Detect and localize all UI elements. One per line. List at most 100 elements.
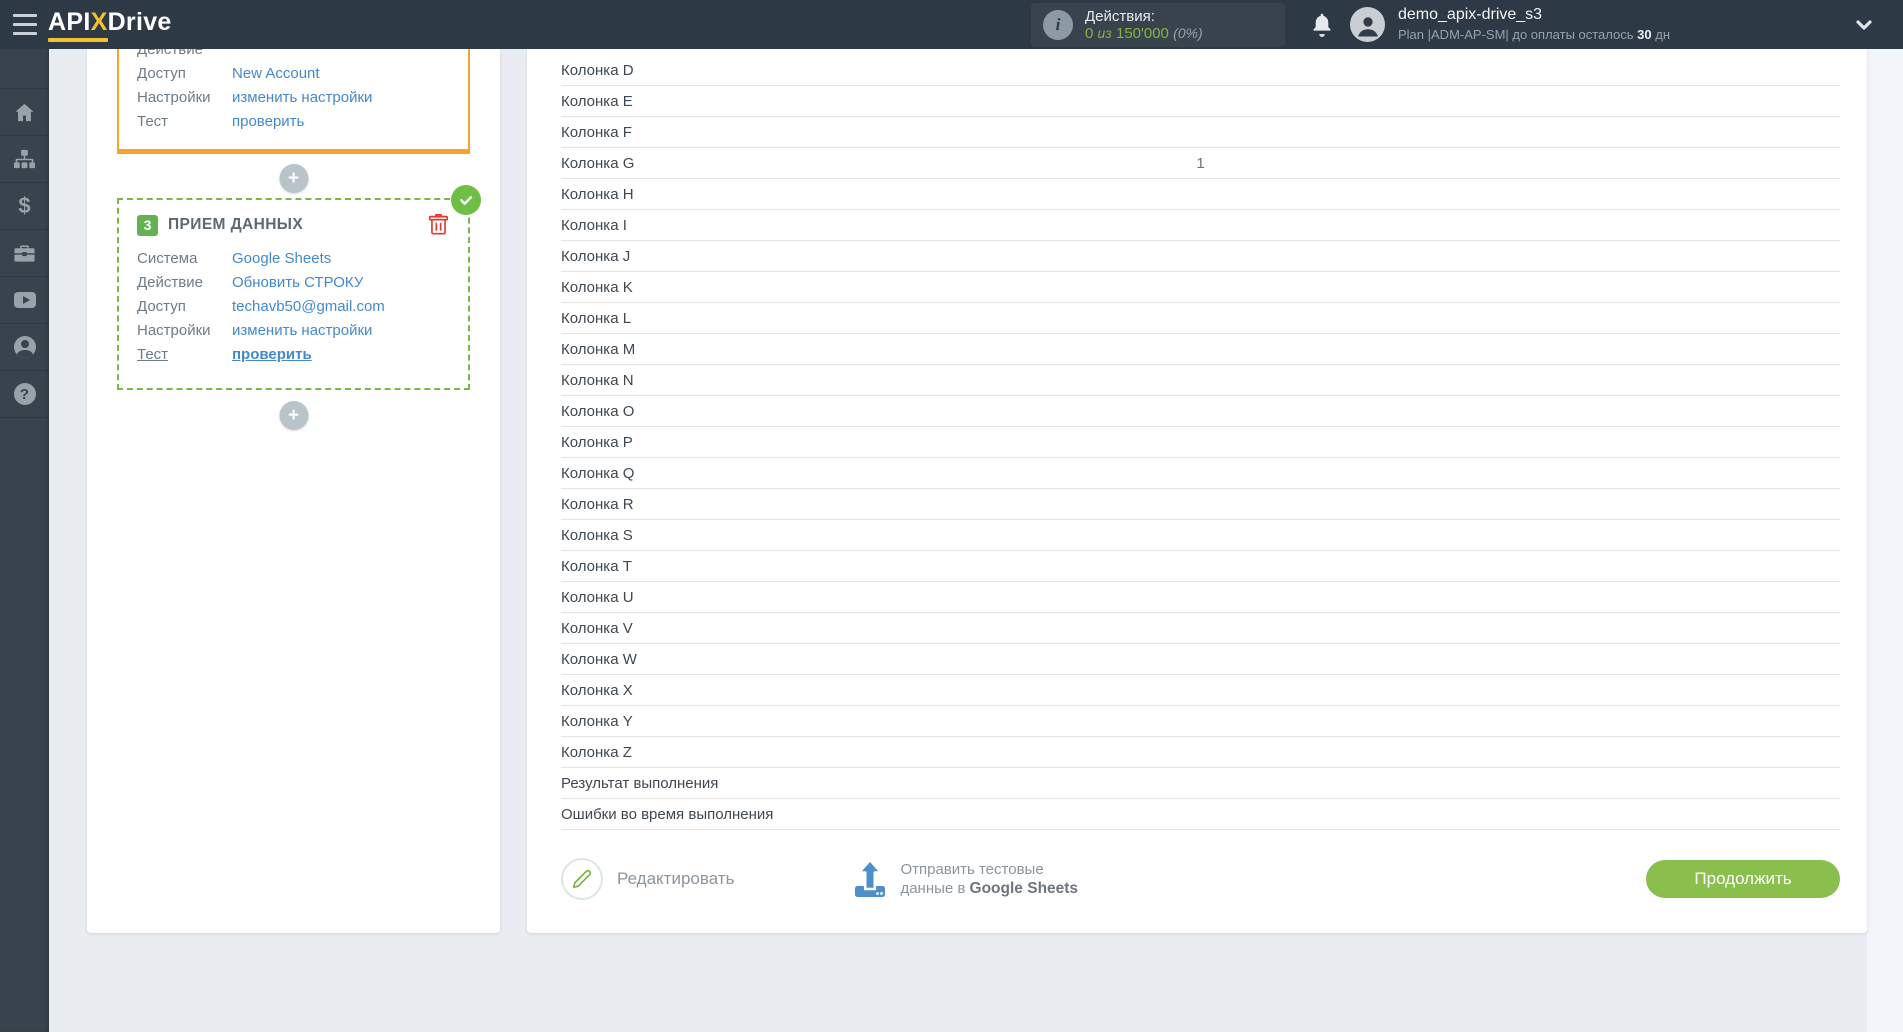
column-label: Колонка O <box>561 402 635 420</box>
sidebar-item-help[interactable]: ? <box>0 371 49 418</box>
card-row-label: Настройки <box>137 88 211 106</box>
send-test-data-label: Отправить тестовые данные в Google Sheet… <box>900 861 1079 897</box>
card-row-label: Тест <box>137 345 169 363</box>
column-label: Колонка N <box>561 371 634 389</box>
card-row: Тест проверить <box>137 109 450 133</box>
card-row-label: Система <box>137 249 198 267</box>
continue-button[interactable]: Продолжить <box>1646 860 1840 898</box>
card-row-link[interactable]: techavb50@gmail.com <box>232 298 385 315</box>
column-label: Колонка E <box>561 92 633 110</box>
reception-card-title: ПРИЕМ ДАННЫХ <box>168 216 304 233</box>
card-row-link[interactable]: Обновить СТРОКУ <box>232 274 363 291</box>
menu-icon[interactable] <box>13 14 37 35</box>
logo-part-x: X <box>90 8 108 36</box>
left-sidebar: $ ? <box>0 49 49 1032</box>
sidebar-item-connections[interactable] <box>0 136 49 183</box>
table-row: Колонка K <box>561 272 1840 303</box>
home-icon <box>15 103 34 121</box>
table-row: Колонка N <box>561 365 1840 396</box>
actions-counter-label: Действия: <box>1085 8 1155 25</box>
column-label: Колонка K <box>561 278 633 296</box>
column-label: Колонка Q <box>561 464 635 482</box>
sidebar-item-profile[interactable] <box>0 324 49 371</box>
column-label: Колонка D <box>561 61 634 79</box>
card-row-link[interactable]: проверить <box>232 113 304 130</box>
table-row: Колонка S <box>561 520 1840 551</box>
table-row: Колонка W <box>561 644 1840 675</box>
column-label: Ошибки во время выполнения <box>561 805 774 823</box>
column-label: Колонка Y <box>561 712 633 730</box>
column-mapping-panel: Колонка D Колонка E Колонка F Колонка G … <box>527 49 1867 933</box>
actions-counter: i Действия: 0 из 150'000 (0%) <box>1031 3 1285 47</box>
column-label: Колонка G <box>561 154 635 172</box>
column-label: Колонка R <box>561 495 634 513</box>
steps-panel: Действие Доступ New Account Настройки из… <box>87 25 500 933</box>
info-icon: i <box>1043 10 1073 40</box>
card-row-label: Доступ <box>137 297 186 315</box>
scroll-area-strip[interactable] <box>1867 49 1903 1032</box>
logo-underline <box>48 38 108 42</box>
user-menu[interactable]: demo_apix-drive_s3 Plan |ADM-AP-SM| до о… <box>1398 5 1670 45</box>
card-row-link[interactable]: проверить <box>232 346 312 363</box>
table-row: Колонка V <box>561 613 1840 644</box>
column-label: Колонка L <box>561 309 632 327</box>
delete-step-trash-icon[interactable] <box>428 213 450 237</box>
chevron-down-icon[interactable] <box>1852 13 1876 37</box>
data-reception-card: 3 ПРИЕМ ДАННЫХ Система Google Sheets Дей… <box>117 185 481 390</box>
table-row: Колонка L <box>561 303 1840 334</box>
user-circle-icon <box>13 336 36 358</box>
card-row: Доступ New Account <box>137 61 450 85</box>
card-row-label: Тест <box>137 112 169 130</box>
column-label: Колонка T <box>561 557 632 575</box>
user-avatar[interactable] <box>1350 7 1385 42</box>
send-test-data-button[interactable]: Отправить тестовые данные в Google Sheet… <box>852 859 1078 899</box>
card-row: Тест проверить <box>137 342 450 366</box>
column-label: Колонка S <box>561 526 633 544</box>
sidebar-item-home[interactable] <box>0 89 49 136</box>
sidebar-item-services[interactable] <box>0 230 49 277</box>
logo-part-drive: Drive <box>107 8 172 36</box>
table-row: Колонка Q <box>561 458 1840 489</box>
dollar-icon: $ <box>18 193 31 218</box>
panel-footer: Редактировать Отправить тестовые данные … <box>561 849 1840 909</box>
table-row: Колонка X <box>561 675 1840 706</box>
table-row: Колонка J <box>561 241 1840 272</box>
column-label: Колонка P <box>561 433 633 451</box>
columns-table: Колонка D Колонка E Колонка F Колонка G … <box>561 55 1840 830</box>
add-step-button-2[interactable]: + <box>279 401 308 430</box>
table-row: Колонка Z <box>561 737 1840 768</box>
step-number-badge: 3 <box>137 214 158 236</box>
column-label: Колонка H <box>561 185 634 203</box>
card-row-link[interactable]: изменить настройки <box>232 89 372 106</box>
logo-part-api: API <box>48 8 91 36</box>
table-row: Колонка F <box>561 117 1840 148</box>
youtube-icon <box>13 292 36 308</box>
card-row-label: Действие <box>137 273 203 291</box>
column-label: Колонка F <box>561 123 632 141</box>
edit-button[interactable]: Редактировать <box>561 858 734 900</box>
column-value: 1 <box>1196 154 1205 172</box>
table-row: Колонка O <box>561 396 1840 427</box>
card-row-label: Доступ <box>137 64 186 82</box>
sidebar-item-billing[interactable]: $ <box>0 183 49 230</box>
column-label: Колонка J <box>561 247 631 265</box>
table-row: Колонка Y <box>561 706 1840 737</box>
table-row: Колонка M <box>561 334 1840 365</box>
sitemap-icon <box>13 149 36 168</box>
briefcase-icon <box>14 244 35 262</box>
table-row: Колонка E <box>561 86 1840 117</box>
user-plan: Plan |ADM-AP-SM| до оплаты осталось 30 д… <box>1398 27 1671 42</box>
step-complete-check-icon <box>451 185 481 215</box>
column-label: Результат выполнения <box>561 774 719 792</box>
sidebar-item-youtube[interactable] <box>0 277 49 324</box>
upload-icon <box>855 859 886 897</box>
card-row-link[interactable]: изменить настройки <box>232 322 372 339</box>
apixdrive-logo[interactable]: APIXDrive <box>48 8 172 37</box>
add-step-button[interactable]: + <box>279 164 308 193</box>
notifications-bell-icon[interactable] <box>1308 11 1336 39</box>
top-header: APIXDrive i Действия: 0 из 150'000 (0%) … <box>0 0 1903 49</box>
card-row-link[interactable]: Google Sheets <box>232 250 331 267</box>
card-row-link[interactable]: New Account <box>232 65 320 82</box>
column-label: Колонка U <box>561 588 634 606</box>
table-row: Колонка P <box>561 427 1840 458</box>
